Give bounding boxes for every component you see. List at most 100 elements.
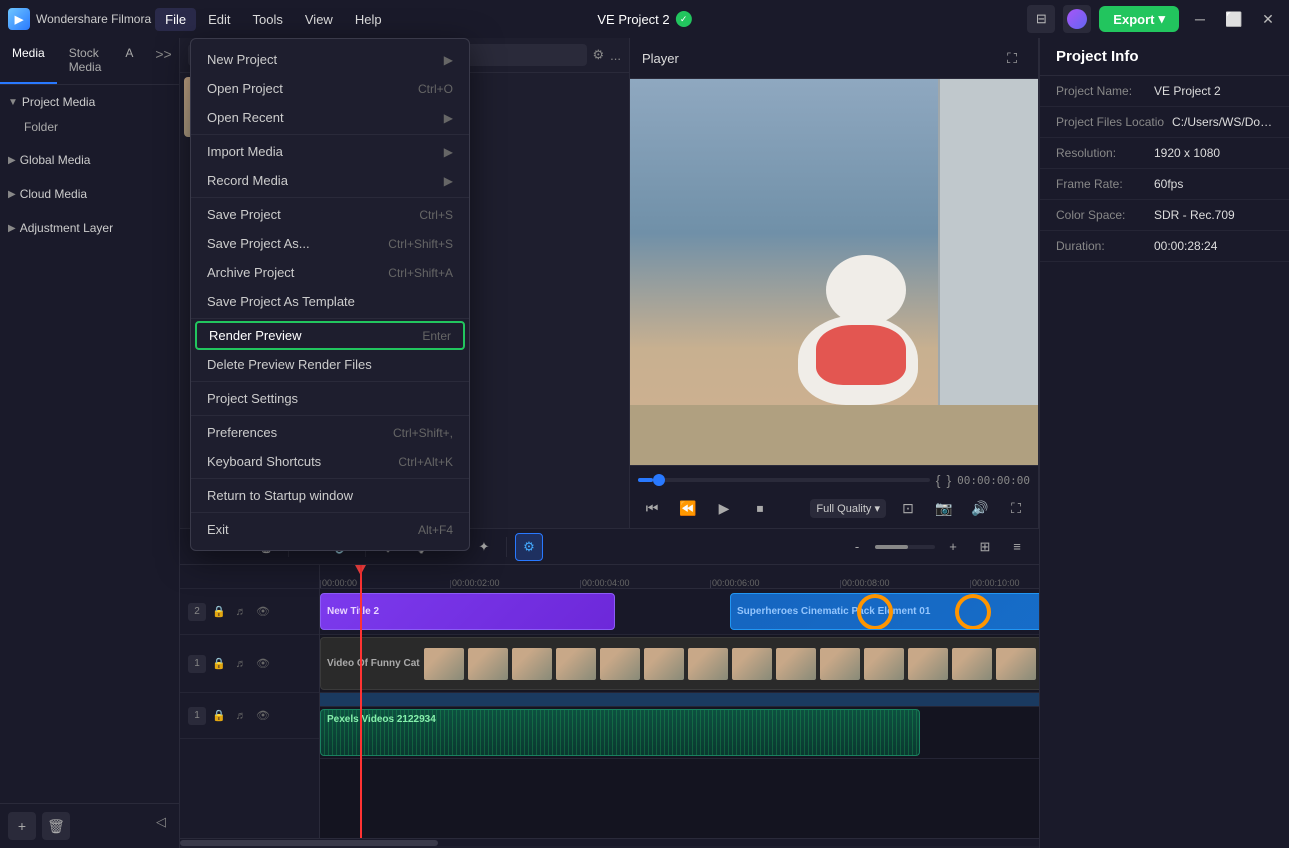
menu-item-startup[interactable]: Return to Startup window [191, 481, 469, 510]
video-frame-14 [996, 648, 1036, 680]
timeline-scrollbar[interactable] [180, 838, 1039, 846]
ring-2 [955, 594, 991, 630]
zoom-slider[interactable] [875, 545, 935, 549]
tab-media[interactable]: Media [0, 38, 57, 84]
project-media-section: ▼ Project Media Folder [0, 85, 179, 143]
clip-video-cat[interactable]: Video Of Funny Cat [320, 637, 1039, 690]
menu-view[interactable]: View [295, 8, 343, 31]
menu-tools[interactable]: Tools [243, 8, 293, 31]
mark-in-btn[interactable]: { [936, 472, 941, 488]
app-name: Wondershare Filmora [36, 12, 151, 26]
menu-help[interactable]: Help [345, 8, 392, 31]
adjustment-section: ▶ Adjustment Layer [0, 211, 179, 245]
shortcut-exit: Alt+F4 [418, 523, 453, 537]
clip-audio-pexels[interactable]: Pexels Videos 2122934 [320, 709, 920, 756]
track-visibility-audio[interactable]: 👁 [254, 707, 272, 725]
tab-stock-media[interactable]: Stock Media [57, 38, 114, 84]
cloud-media-header[interactable]: ▶ Cloud Media [0, 181, 179, 207]
scrubber-fill [638, 478, 653, 482]
zoom-in-btn[interactable]: + [939, 533, 967, 561]
filter-icon[interactable]: ⚙ [593, 47, 605, 63]
window-minimize-btn[interactable]: ─ [1187, 6, 1213, 32]
menu-item-record-media[interactable]: Record Media ▶ [191, 166, 469, 195]
track-mute-title[interactable]: ♬ [232, 603, 250, 621]
quality-label: Full Quality [816, 503, 871, 515]
track-lock-video[interactable]: 🔒 [210, 655, 228, 673]
fullscreen-btn[interactable]: ⛶ [1002, 494, 1030, 522]
snapshot-btn[interactable]: 📷 [930, 494, 958, 522]
menu-item-preferences[interactable]: Preferences Ctrl+Shift+, [191, 418, 469, 447]
menu-item-save-template[interactable]: Save Project As Template [191, 287, 469, 316]
track-mute-audio[interactable]: ♬ [232, 707, 250, 725]
menu-label-open: Open Project [207, 81, 283, 96]
account-btn[interactable] [1063, 5, 1091, 33]
zoom-out-btn[interactable]: - [843, 533, 871, 561]
right-panel: Project Info Project Name: VE Project 2 … [1039, 38, 1289, 848]
adjustment-header[interactable]: ▶ Adjustment Layer [0, 215, 179, 241]
scrubber-track[interactable] [638, 478, 930, 482]
menu-item-delete-preview[interactable]: Delete Preview Render Files [191, 350, 469, 379]
tl-effect-btn[interactable]: ✦ [470, 533, 498, 561]
delete-media-btn[interactable]: 🗑 [42, 812, 70, 840]
ring-effects [851, 594, 1039, 630]
export-chevron-icon: ▾ [1158, 11, 1165, 27]
track-lock-title[interactable]: 🔒 [210, 603, 228, 621]
step-back-btn[interactable]: ⏮ [638, 494, 666, 522]
player-expand-btn[interactable]: ⛶ [998, 44, 1026, 72]
menu-item-open-recent[interactable]: Open Recent ▶ [191, 103, 469, 132]
info-value-2: 1920 x 1080 [1154, 146, 1273, 160]
track-visibility-video[interactable]: 👁 [254, 655, 272, 673]
mark-out-btn[interactable]: } [946, 472, 951, 488]
play-btn[interactable]: ▶ [710, 494, 738, 522]
menu-item-render-preview[interactable]: Render Preview Enter [195, 321, 465, 350]
clip-new-title-2[interactable]: New Title 2 [320, 593, 615, 630]
global-media-label: Global Media [20, 153, 91, 167]
more-tabs-btn[interactable]: >> [145, 38, 181, 84]
global-media-header[interactable]: ▶ Global Media [0, 147, 179, 173]
menu-item-open-project[interactable]: Open Project Ctrl+O [191, 74, 469, 103]
project-info-header: Project Info [1040, 38, 1289, 76]
window-maximize-btn[interactable]: ⬜ [1221, 6, 1247, 32]
scroll-thumb[interactable] [180, 840, 438, 846]
shortcut-prefs: Ctrl+Shift+, [393, 426, 453, 440]
folder-item[interactable]: Folder [0, 115, 179, 139]
menu-file[interactable]: File [155, 8, 196, 31]
menu-item-save-project[interactable]: Save Project Ctrl+S [191, 200, 469, 229]
tab-audio[interactable]: A [113, 38, 145, 84]
grid-view-btn[interactable]: ⊞ [971, 533, 999, 561]
clip-superheroes[interactable]: Superheroes Cinematic Pack Element 01 [730, 593, 1039, 630]
player-controls: { } 00:00:00:00 ⏮ ⏪ ▶ ⏹ Full Quality ▾ ⊡… [630, 465, 1038, 528]
track-lock-audio[interactable]: 🔒 [210, 707, 228, 725]
menu-item-new-project[interactable]: New Project ▶ [191, 45, 469, 74]
menu-item-keyboard-shortcuts[interactable]: Keyboard Shortcuts Ctrl+Alt+K [191, 447, 469, 476]
add-media-btn[interactable]: + [8, 812, 36, 840]
tl-render-btn[interactable]: ⚙ [515, 533, 543, 561]
menu-edit[interactable]: Edit [198, 8, 240, 31]
menu-item-archive[interactable]: Archive Project Ctrl+Shift+A [191, 258, 469, 287]
more-options-icon[interactable]: ... [610, 48, 621, 63]
stop-btn[interactable]: ⏹ [746, 494, 774, 522]
volume-btn[interactable]: 🔊 [966, 494, 994, 522]
menu-label-render: Render Preview [209, 328, 302, 343]
menu-bar: File Edit Tools View Help [155, 8, 391, 31]
quality-select[interactable]: Full Quality ▾ [810, 499, 886, 518]
menu-item-exit[interactable]: Exit Alt+F4 [191, 515, 469, 544]
video-frame-13 [952, 648, 992, 680]
minimize-to-tray-btn[interactable]: ⊟ [1027, 5, 1055, 33]
collapse-panel-btn[interactable]: ◁ [151, 812, 171, 832]
track-mute-video[interactable]: ♬ [232, 655, 250, 673]
menu-item-save-as[interactable]: Save Project As... Ctrl+Shift+S [191, 229, 469, 258]
menu-item-project-settings[interactable]: Project Settings [191, 384, 469, 413]
track-num-title: 2 [188, 603, 206, 621]
window-close-btn[interactable]: ✕ [1255, 6, 1281, 32]
frame-back-btn[interactable]: ⏪ [674, 494, 702, 522]
project-name-display: VE Project 2 ✓ [597, 11, 691, 27]
timeline-view-btn[interactable]: ≡ [1003, 533, 1031, 561]
project-media-header[interactable]: ▼ Project Media [0, 89, 179, 115]
menu-item-import-media[interactable]: Import Media ▶ [191, 137, 469, 166]
export-button[interactable]: Export ▾ [1099, 6, 1179, 32]
cloud-media-arrow: ▶ [8, 189, 16, 200]
scrubber-thumb[interactable] [653, 474, 665, 486]
crop-btn[interactable]: ⊡ [894, 494, 922, 522]
track-visibility-title[interactable]: 👁 [254, 603, 272, 621]
